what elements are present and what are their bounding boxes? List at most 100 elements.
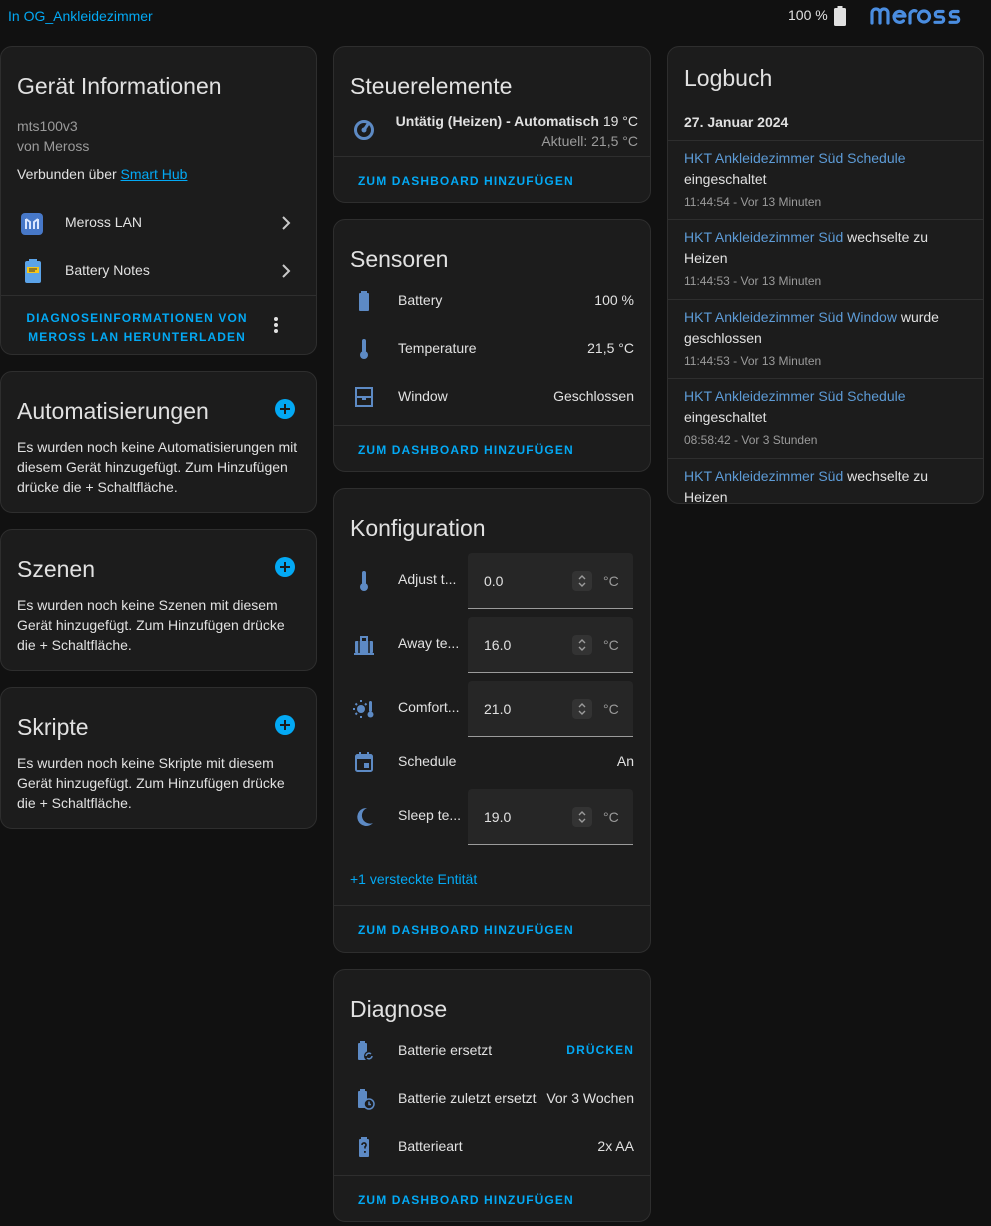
diagnostic-value: 2x AA — [597, 1138, 634, 1154]
automations-empty-text: Es wurden noch keine Automatisierungen m… — [17, 439, 298, 495]
scenes-card: Szenen Es wurden noch keine Szenen mit d… — [0, 529, 317, 671]
sensor-label: Window — [398, 388, 448, 404]
diagnostic-label: Batterie zuletzt ersetzt — [398, 1090, 537, 1106]
smart-hub-link[interactable]: Smart Hub — [121, 166, 188, 182]
integration-battery-notes[interactable]: Battery Notes — [1, 247, 316, 295]
download-diagnostics-line2: Meross LAN herunterladen — [28, 330, 246, 344]
log-timestamp: 08:58:42 - Vor 3 Stunden — [684, 433, 818, 447]
sensors-add-dashboard-button[interactable]: Zum Dashboard hinzufügen — [358, 443, 574, 457]
connected-via-label: Verbunden über — [17, 166, 117, 182]
sensor-value: Geschlossen — [553, 388, 634, 404]
window-closed-icon — [352, 385, 376, 409]
config-row-away-temperature: Away te... 16.0 °C — [334, 617, 650, 673]
configuration-add-dashboard-button[interactable]: Zum Dashboard hinzufügen — [358, 923, 574, 937]
config-label: Comfort... — [398, 699, 460, 715]
controls-add-dashboard-button[interactable]: Zum Dashboard hinzufügen — [358, 174, 574, 188]
log-action: eingeschaltet — [684, 409, 767, 425]
diagnostic-row-battery-type[interactable]: Batterieart 2x AA — [334, 1123, 650, 1171]
sensor-row-battery[interactable]: Battery 100 % — [334, 277, 650, 325]
top-bar: In OG_Ankleidezimmer 100 % — [0, 0, 991, 32]
diagnostics-title: Diagnose — [350, 996, 448, 1022]
divider — [334, 1175, 650, 1176]
divider — [334, 425, 650, 426]
top-battery-indicator: 100 % — [788, 6, 846, 26]
target-temperature: 19 °C — [602, 113, 638, 129]
log-entity-link[interactable]: HKT Ankleidezimmer Süd — [684, 229, 843, 245]
meross-logo — [868, 0, 982, 33]
download-diagnostics-button[interactable]: Diagnoseinformationen von Meross LAN her… — [17, 309, 257, 347]
battery-clock-icon — [352, 1087, 376, 1111]
add-script-button[interactable] — [275, 715, 295, 735]
config-row-comfort-temperature: Comfort... 21.0 °C — [334, 681, 650, 737]
logbook-title: Logbuch — [684, 65, 773, 91]
config-label: Adjust t... — [398, 571, 457, 587]
spinner-icon[interactable] — [572, 635, 592, 655]
thermostat-state: Untätig (Heizen) - Automatisch 19 °C — [396, 111, 638, 131]
diagnostics-add-dashboard-button[interactable]: Zum Dashboard hinzufügen — [358, 1193, 574, 1207]
number-value: 21.0 — [484, 701, 512, 717]
battery-unknown-icon — [352, 1135, 376, 1159]
log-timestamp: 11:44:53 - Vor 13 Minuten — [684, 354, 822, 368]
press-button[interactable]: Drücken — [566, 1043, 634, 1057]
calendar-icon — [352, 750, 376, 774]
add-scene-button[interactable] — [275, 557, 295, 577]
away-temperature-input[interactable]: 16.0 °C — [468, 617, 633, 673]
number-value: 19.0 — [484, 809, 512, 825]
divider — [1, 295, 316, 296]
area-link[interactable]: In OG_Ankleidezimmer — [8, 8, 153, 24]
more-vertical-icon[interactable] — [273, 315, 279, 335]
top-battery-value: 100 % — [788, 7, 828, 23]
thermometer-icon — [352, 569, 376, 593]
spinner-icon[interactable] — [572, 807, 592, 827]
hvac-action: Untätig (Heizen) - Automatisch — [395, 113, 599, 129]
spinner-icon[interactable] — [572, 699, 592, 719]
sensor-row-window[interactable]: Window Geschlossen — [334, 373, 650, 421]
controls-card: Steuerelemente Untätig (Heizen) - Automa… — [333, 46, 651, 203]
log-entity-link[interactable]: HKT Ankleidezimmer Süd Schedule — [684, 150, 906, 166]
config-row-sleep-temperature: Sleep te... 19.0 °C — [334, 789, 650, 845]
diagnostic-label: Batterie ersetzt — [398, 1042, 493, 1058]
sleep-temperature-input[interactable]: 19.0 °C — [468, 789, 633, 845]
spinner-icon[interactable] — [572, 571, 592, 591]
automations-card: Automatisierungen Es wurden noch keine A… — [0, 371, 317, 513]
sensor-label: Battery — [398, 292, 443, 308]
scripts-empty-text: Es wurden noch keine Skripte mit diesem … — [17, 755, 285, 811]
config-row-schedule[interactable]: Schedule An — [334, 738, 650, 786]
sensors-title: Sensoren — [350, 246, 449, 272]
logbook-date: 27. Januar 2024 — [684, 114, 789, 130]
log-entry: HKT Ankleidezimmer Süd Schedule eingescha… — [668, 140, 983, 219]
adjust-temperature-input[interactable]: 0.0 °C — [468, 553, 633, 609]
diagnostic-row-battery-replaced: Batterie ersetzt Drücken — [334, 1027, 650, 1075]
configuration-card: Konfiguration Adjust t... 0.0 °C Away te… — [333, 488, 651, 953]
log-entity-link[interactable]: HKT Ankleidezimmer Süd Schedule — [684, 388, 906, 404]
scenes-title: Szenen — [17, 556, 96, 582]
add-automation-button[interactable] — [275, 399, 295, 419]
integration-label: Meross LAN — [65, 214, 143, 230]
log-entity-link[interactable]: HKT Ankleidezimmer Süd — [684, 468, 843, 484]
log-entity-link[interactable]: HKT Ankleidezimmer Süd Window — [684, 309, 897, 325]
battery-full-icon — [833, 6, 846, 26]
device-manufacturer: von Meross — [17, 138, 90, 154]
thermostat-row[interactable]: Untätig (Heizen) - Automatisch 19 °C Akt… — [334, 105, 650, 153]
diagnostic-row-battery-last-replaced[interactable]: Batterie zuletzt ersetzt Vor 3 Wochen — [334, 1075, 650, 1123]
device-model: mts100v3 — [17, 118, 78, 134]
integration-meross-lan[interactable]: Meross LAN — [1, 199, 316, 247]
log-entry: HKT Ankleidezimmer Süd Schedule eingescha… — [668, 378, 983, 458]
sensor-row-temperature[interactable]: Temperature 21,5 °C — [334, 325, 650, 373]
diagnostic-label: Batterieart — [398, 1138, 463, 1154]
logbook-card: Logbuch 27. Januar 2024 HKT Ankleidezimm… — [667, 46, 984, 504]
log-entry: HKT Ankleidezimmer Süd wechselte zu Heiz… — [668, 458, 983, 503]
sensor-value: 21,5 °C — [587, 340, 634, 356]
meross-lan-icon — [20, 212, 44, 236]
chevron-right-icon — [280, 261, 292, 281]
log-timestamp: 11:44:54 - Vor 13 Minuten — [684, 195, 822, 209]
config-row-adjust-temperature: Adjust t... 0.0 °C — [334, 553, 650, 609]
device-info-card: Gerät Informationen mts100v3 von Meross … — [0, 46, 317, 355]
hidden-entities-link[interactable]: +1 versteckte Entität — [350, 871, 477, 887]
connected-via: Verbunden über Smart Hub — [17, 166, 187, 182]
thermostat-icon — [352, 118, 376, 142]
comfort-temperature-input[interactable]: 21.0 °C — [468, 681, 633, 737]
configuration-title: Konfiguration — [350, 515, 486, 541]
integration-label: Battery Notes — [65, 262, 150, 278]
device-info-title: Gerät Informationen — [17, 73, 222, 99]
